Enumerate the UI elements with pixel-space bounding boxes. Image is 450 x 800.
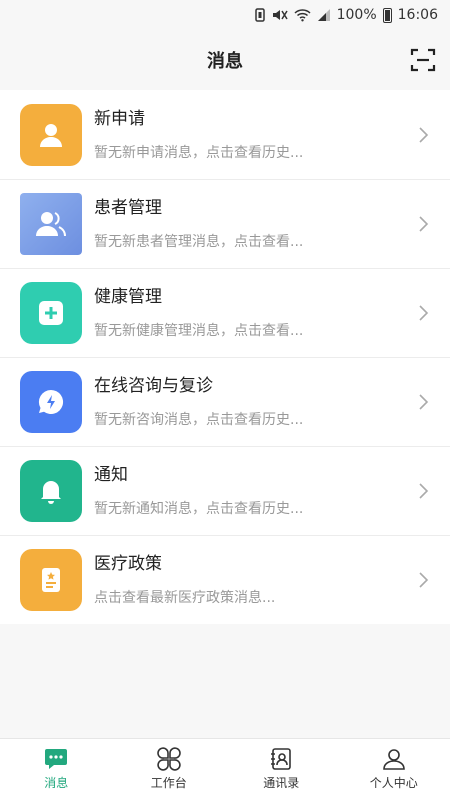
- profile-icon: [382, 749, 405, 770]
- chevron-right-icon: [419, 393, 429, 410]
- message-item-desc: 暂无新咨询消息，点击查看历史...: [94, 411, 304, 428]
- person-icon: [20, 103, 82, 166]
- chevron-right-icon: [419, 126, 429, 143]
- message-item-new-application[interactable]: 新申请 暂无新申请消息，点击查看历史...: [0, 90, 450, 179]
- bell-icon: [20, 459, 82, 522]
- scan-icon[interactable]: [410, 47, 436, 73]
- message-item-title: 医疗政策: [94, 553, 162, 574]
- message-list: 新申请 暂无新申请消息，点击查看历史... 患者管理 暂无新患者管理消息，点击查…: [0, 90, 450, 624]
- page-header: 消息: [0, 30, 450, 90]
- battery-percent: 100%: [336, 7, 377, 23]
- page-title: 消息: [207, 51, 243, 72]
- chevron-right-icon: [419, 482, 429, 499]
- message-item-health-management[interactable]: 健康管理 暂无新健康管理消息，点击查看...: [0, 268, 450, 357]
- message-item-title: 新申请: [94, 108, 145, 129]
- message-item-desc: 暂无新申请消息，点击查看历史...: [94, 144, 304, 161]
- signal-icon: [317, 8, 331, 22]
- battery-icon: [382, 7, 392, 23]
- tab-label: 个人中心: [369, 776, 418, 790]
- consult-chat-icon: [20, 370, 82, 433]
- tab-label: 通讯录: [263, 776, 300, 790]
- message-item-desc: 暂无新患者管理消息，点击查看...: [94, 233, 304, 250]
- message-item-patient-management[interactable]: 患者管理 暂无新患者管理消息，点击查看...: [0, 179, 450, 268]
- message-item-title: 通知: [94, 464, 128, 485]
- message-item-online-consultation[interactable]: 在线咨询与复诊 暂无新咨询消息，点击查看历史...: [0, 357, 450, 446]
- tab-label: 消息: [44, 776, 69, 790]
- workbench-icon: [156, 747, 181, 771]
- tab-messages[interactable]: 消息: [0, 739, 113, 800]
- tab-label: 工作台: [150, 776, 187, 790]
- message-item-desc: 点击查看最新医疗政策消息...: [94, 589, 276, 606]
- bottom-tab-bar: 消息 工作台 通讯录 个人中心: [0, 738, 450, 800]
- message-item-medical-policy[interactable]: 医疗政策 点击查看最新医疗政策消息...: [0, 535, 450, 624]
- chevron-right-icon: [419, 571, 429, 588]
- wifi-icon: [294, 8, 311, 22]
- message-item-title: 在线咨询与复诊: [94, 375, 213, 396]
- message-item-notification[interactable]: 通知 暂无新通知消息，点击查看历史...: [0, 446, 450, 535]
- contacts-icon: [271, 748, 292, 770]
- tab-workbench[interactable]: 工作台: [113, 739, 226, 800]
- message-item-title: 健康管理: [94, 286, 162, 307]
- message-icon: [45, 749, 68, 769]
- health-plus-icon: [20, 281, 82, 344]
- battery-saver-icon: [254, 8, 266, 22]
- message-item-desc: 暂无新健康管理消息，点击查看...: [94, 322, 304, 339]
- chevron-right-icon: [419, 215, 429, 232]
- tab-contacts[interactable]: 通讯录: [225, 739, 338, 800]
- patients-icon: [20, 192, 82, 255]
- clock: 16:06: [397, 7, 438, 23]
- mute-icon: [272, 8, 288, 22]
- tab-profile[interactable]: 个人中心: [338, 739, 450, 800]
- policy-doc-icon: [20, 548, 82, 611]
- message-item-title: 患者管理: [94, 197, 162, 218]
- status-bar: 100% 16:06: [0, 0, 450, 30]
- chevron-right-icon: [419, 304, 429, 321]
- message-item-desc: 暂无新通知消息，点击查看历史...: [94, 500, 304, 517]
